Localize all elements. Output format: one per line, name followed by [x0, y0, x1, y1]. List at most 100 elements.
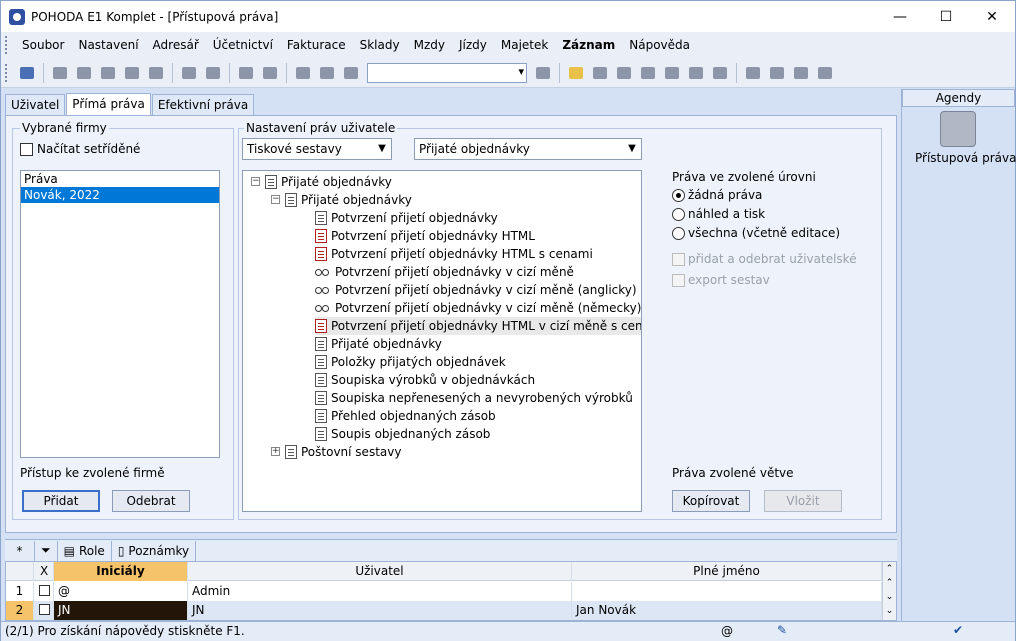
duplicate-icon[interactable]: [341, 64, 361, 82]
calculator-icon[interactable]: [710, 64, 730, 82]
tree-node[interactable]: Potvrzení přijetí objednávky v cizí měně…: [315, 299, 641, 317]
row-checkbox[interactable]: [34, 582, 54, 601]
menu-jizdy[interactable]: Jízdy: [452, 38, 494, 52]
lock-icon[interactable]: [293, 64, 313, 82]
close-button[interactable]: ✕: [969, 1, 1015, 32]
tab-filter[interactable]: ⏷: [35, 540, 58, 561]
box-icon[interactable]: [614, 64, 634, 82]
agendy-item-label[interactable]: Přístupová práva: [915, 151, 1016, 165]
menu-sklady[interactable]: Sklady: [353, 38, 407, 52]
tree-node[interactable]: Potvrzení přijetí objednávky HTML: [315, 227, 535, 245]
tree-node-label: Položky přijatých objednávek: [331, 355, 506, 369]
list-icon[interactable]: [767, 64, 787, 82]
tree-node[interactable]: Poštovní sestavy: [285, 443, 401, 461]
firms-listbox[interactable]: Práva Novák, 2022: [20, 170, 220, 458]
rights-tree[interactable]: − Přijaté objednávky − Přijaté objednávky Po…: [242, 170, 642, 512]
report-icon: [315, 337, 327, 351]
document-icon[interactable]: [662, 64, 682, 82]
menu-mzdy[interactable]: Mzdy: [407, 38, 452, 52]
tag-icon[interactable]: [590, 64, 610, 82]
remove-button[interactable]: Odebrat: [112, 490, 190, 512]
tree-node[interactable]: Soupis objednaných zásob: [315, 425, 490, 443]
menu-nastaveni[interactable]: Nastavení: [71, 38, 145, 52]
copy-button[interactable]: Kopírovat: [672, 490, 750, 512]
keys-icon[interactable]: [940, 111, 976, 147]
mail-icon[interactable]: [791, 64, 811, 82]
new-record-icon[interactable]: [179, 64, 199, 82]
tree-node[interactable]: Soupiska nepřenesených a nevyrobených vý…: [315, 389, 633, 407]
expand-icon[interactable]: +: [271, 447, 280, 456]
table-header-x[interactable]: X: [34, 562, 54, 581]
quick-search-combo[interactable]: [367, 62, 527, 83]
menu-zaznam[interactable]: Záznam: [555, 38, 622, 52]
table-scrollbar[interactable]: ⌃ ⌃ ⌄ ⌄: [882, 562, 896, 620]
filter-icon[interactable]: [533, 64, 553, 82]
menu-majetek[interactable]: Majetek: [494, 38, 555, 52]
table-row[interactable]: 2 JN JN Jan Novák: [6, 601, 882, 620]
tree-node-label: Soupiska nepřenesených a nevyrobených vý…: [331, 391, 633, 405]
tree-node[interactable]: Soupiska výrobků v objednávkách: [315, 371, 535, 389]
menu-fakturace[interactable]: Fakturace: [280, 38, 353, 52]
report-type-combo[interactable]: Tiskové sestavy ▼: [242, 138, 392, 160]
tree-node[interactable]: Potvrzení přijetí objednávky HTML v cizí…: [315, 317, 641, 335]
tree-node[interactable]: Potvrzení přijetí objednávky HTML s cena…: [315, 245, 593, 263]
tab-prima-prava[interactable]: Přímá práva: [66, 93, 151, 117]
help-arrow-icon[interactable]: [815, 64, 835, 82]
agenda-combo[interactable]: Přijaté objednávky ▼: [414, 138, 642, 160]
export-label: export sestav: [688, 273, 770, 287]
tab-poznamky[interactable]: ▯ Poznámky: [112, 540, 197, 561]
message-icon[interactable]: [743, 64, 763, 82]
maximize-button[interactable]: ☐: [923, 1, 969, 32]
settings-gear-icon[interactable]: [260, 64, 280, 82]
tab-uzivatel[interactable]: Uživatel: [5, 94, 66, 116]
tree-node[interactable]: Přehled objednaných zásob: [315, 407, 496, 425]
tab-role[interactable]: ▤ Role: [58, 540, 112, 561]
table-header-initials[interactable]: Iniciály: [54, 562, 188, 581]
radio-no-rights[interactable]: [672, 189, 685, 202]
list-item[interactable]: Práva: [21, 171, 219, 187]
tree-node[interactable]: Potvrzení přijetí objednávky: [315, 209, 498, 227]
radio-all-rights[interactable]: [672, 227, 685, 240]
collapse-icon[interactable]: −: [271, 195, 280, 204]
exit-icon[interactable]: [17, 64, 37, 82]
app-window: POHODA E1 Komplet - [Přístupová práva] —…: [0, 0, 1016, 641]
table-header-fullname[interactable]: Plné jméno: [572, 562, 882, 581]
export-checkbox[interactable]: [672, 274, 685, 287]
table-row[interactable]: 1 @ Admin: [6, 582, 882, 601]
copy-records-icon[interactable]: [50, 64, 70, 82]
tree-node[interactable]: Přijaté objednávky: [285, 191, 412, 209]
menu-soubor[interactable]: Soubor: [15, 38, 71, 52]
paste-button[interactable]: Vložit: [764, 490, 842, 512]
tree-node[interactable]: Potvrzení přijetí objednávky v cizí měně: [315, 263, 574, 281]
tree-node[interactable]: Potvrzení přijetí objednávky v cizí měně…: [315, 281, 637, 299]
sort-checkbox[interactable]: [20, 143, 33, 156]
print-icon[interactable]: [74, 64, 94, 82]
barcode-icon[interactable]: [686, 64, 706, 82]
tab-all[interactable]: *: [5, 540, 35, 561]
collapse-icon[interactable]: −: [251, 177, 260, 186]
unlock-icon[interactable]: [317, 64, 337, 82]
print-preview-icon[interactable]: [98, 64, 118, 82]
menu-adresar[interactable]: Adresář: [146, 38, 206, 52]
minimize-button[interactable]: —: [877, 1, 923, 32]
tree-node[interactable]: Přijaté objednávky: [265, 173, 392, 191]
radio-preview-print[interactable]: [672, 208, 685, 221]
add-remove-user-checkbox[interactable]: [672, 253, 685, 266]
row-checkbox[interactable]: [34, 601, 54, 620]
list-item[interactable]: Novák, 2022: [21, 187, 219, 203]
save-icon[interactable]: [146, 64, 166, 82]
export-icon[interactable]: [122, 64, 142, 82]
table-header-user[interactable]: Uživatel: [188, 562, 572, 581]
menu-ucetnictvi[interactable]: Účetnictví: [206, 38, 280, 52]
tree-node[interactable]: Přijaté objednávky: [315, 335, 442, 353]
tree-node[interactable]: Položky přijatých objednávek: [315, 353, 506, 371]
add-button[interactable]: Přidat: [22, 490, 100, 512]
table-icon: ▤: [63, 543, 75, 558]
tab-efektivni-prava[interactable]: Efektivní práva: [151, 94, 255, 116]
folder-icon[interactable]: [566, 64, 586, 82]
phone-icon[interactable]: [638, 64, 658, 82]
back-arrow-icon[interactable]: [236, 64, 256, 82]
toolbar: [1, 58, 1015, 88]
menu-napoveda[interactable]: Nápověda: [622, 38, 697, 52]
edit-icon[interactable]: [203, 64, 223, 82]
